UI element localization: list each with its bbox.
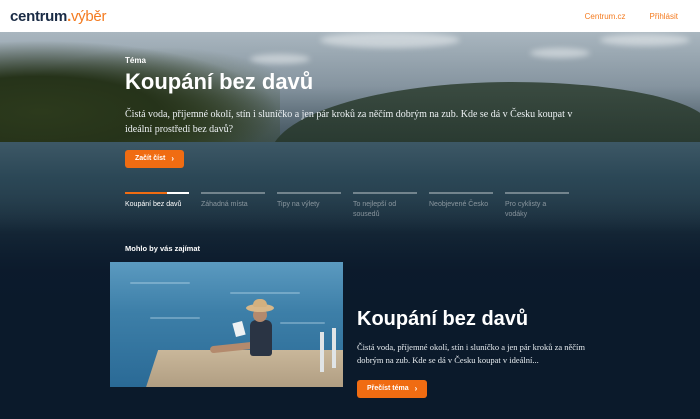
- tab-zahadna-mista[interactable]: Záhadná místa: [201, 192, 265, 220]
- tablet: [232, 320, 246, 338]
- wooden-dock: [141, 350, 343, 387]
- card-title[interactable]: Koupání bez davů: [357, 308, 587, 331]
- chevron-right-icon: ›: [171, 154, 175, 163]
- start-reading-label: Začít číst: [135, 155, 166, 162]
- hero-content: Téma Koupání bez davů Čistá voda, příjem…: [125, 56, 595, 168]
- tab-label: Pro cyklisty a vodáky: [505, 201, 547, 218]
- read-topic-label: Přečíst téma: [367, 385, 409, 392]
- tab-label: Koupání bez davů: [125, 201, 182, 208]
- water-ripple: [150, 317, 200, 319]
- hero-description: Čistá voda, příjemné okolí, stín i sluní…: [125, 109, 573, 135]
- tab-progress-bar: [353, 192, 417, 194]
- tab-progress-bar: [201, 192, 265, 194]
- logo-main: centrum: [10, 7, 68, 25]
- header-nav: Centrum.cz Přihlásit: [585, 12, 678, 21]
- read-topic-button[interactable]: Přečíst téma ›: [357, 379, 428, 398]
- person-body: [250, 320, 272, 356]
- tab-koupani[interactable]: Koupání bez davů: [125, 192, 189, 220]
- card-description: Čistá voda, příjemné okolí, stín i sluní…: [357, 342, 586, 365]
- hero-title: Koupání bez davů: [125, 69, 314, 94]
- tab-label: To nejlepší od sousedů: [353, 201, 397, 218]
- tab-progress-bar: [505, 192, 569, 194]
- tab-to-nejlepsi[interactable]: To nejlepší od sousedů: [353, 192, 417, 220]
- tab-label: Neobjevené Česko: [429, 201, 489, 208]
- suggestions-heading: Mohlo by vás zajímat: [125, 244, 201, 253]
- water-ripple: [230, 292, 300, 294]
- nav-link-login[interactable]: Přihlásit: [650, 12, 678, 21]
- tab-pro-cyklisty[interactable]: Pro cyklisty a vodáky: [505, 192, 569, 220]
- ladder-post: [320, 332, 324, 372]
- sun-hat-top: [253, 299, 267, 307]
- cloud: [320, 32, 460, 48]
- water-ripple: [280, 322, 325, 324]
- card-text: Koupání bez davů Čistá voda, příjemné ok…: [357, 308, 587, 398]
- tab-tipy-na-vylety[interactable]: Tipy na výlety: [277, 192, 341, 220]
- tab-progress-bar: [125, 192, 189, 194]
- topic-tabs: Koupání bez davů Záhadná místa Tipy na v…: [125, 192, 585, 220]
- site-logo[interactable]: centrum.výběr: [10, 8, 106, 25]
- start-reading-button[interactable]: Začít číst ›: [125, 149, 185, 168]
- site-header: centrum.výběr Centrum.cz Přihlásit: [0, 0, 700, 32]
- tab-progress-bar: [277, 192, 341, 194]
- chevron-right-icon: ›: [414, 384, 418, 393]
- card-image[interactable]: [110, 262, 343, 387]
- tab-progress-bar: [429, 192, 493, 194]
- hero-eyebrow: Téma: [125, 56, 146, 65]
- tab-label: Tipy na výlety: [277, 201, 320, 208]
- water-ripple: [130, 282, 190, 284]
- logo-sub: výběr: [70, 7, 107, 25]
- nav-link-centrum[interactable]: Centrum.cz: [585, 12, 626, 21]
- tab-neobjevene-cesko[interactable]: Neobjevené Česko: [429, 192, 493, 220]
- cloud: [600, 34, 690, 46]
- tab-label: Záhadná místa: [201, 201, 248, 208]
- ladder-post: [332, 328, 336, 368]
